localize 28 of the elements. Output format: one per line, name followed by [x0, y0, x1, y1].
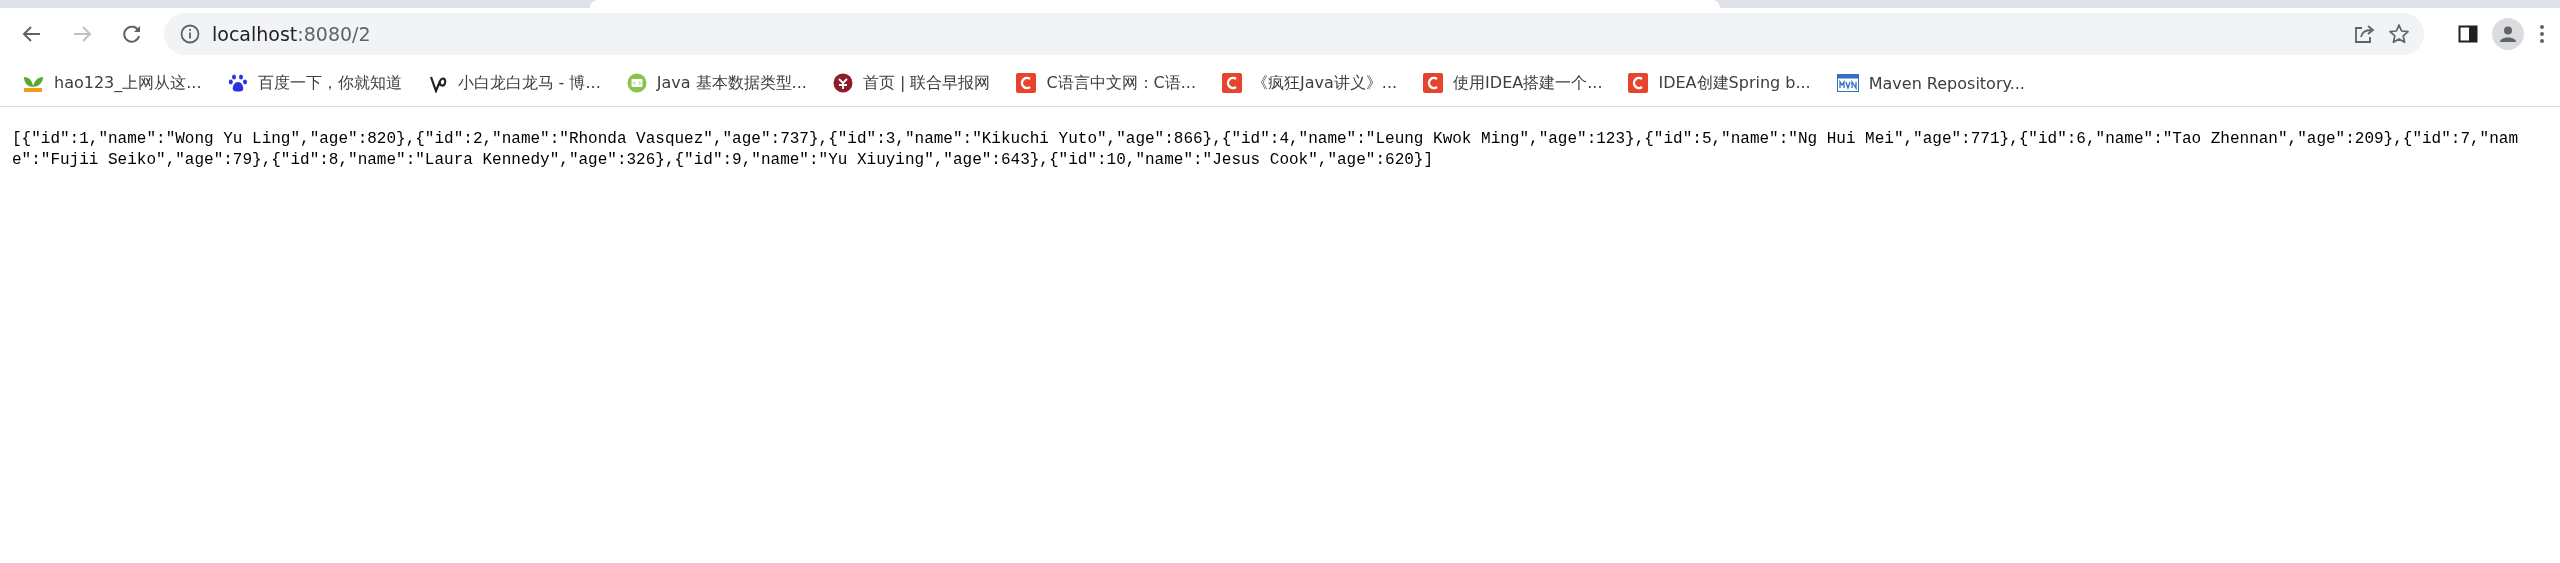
paw-icon [227, 73, 248, 93]
code-icon [626, 73, 647, 93]
round-logo-icon [832, 73, 853, 93]
address-bar[interactable]: localhost:8080/2 [164, 13, 2424, 55]
c-logo-icon [1423, 73, 1444, 93]
bookmark-item[interactable]: 百度一下，你就知道 [217, 66, 412, 100]
c-logo-icon [1222, 73, 1243, 93]
bookmark-item[interactable]: Java 基本数据类型... [616, 66, 817, 100]
bookmark-item[interactable]: 小白龙白龙马 - 博... [417, 66, 611, 100]
url-text: localhost:8080/2 [212, 23, 372, 45]
share-icon[interactable] [2354, 24, 2376, 44]
side-panel-icon[interactable] [2458, 24, 2478, 44]
bookmark-item[interactable]: 使用IDEA搭建一个... [1413, 66, 1613, 100]
bookmark-item[interactable]: C语言中文网：C语... [1006, 66, 1207, 100]
bookmark-item[interactable]: hao123_上网从这... [12, 66, 212, 100]
profile-avatar[interactable] [2492, 18, 2524, 50]
info-icon [180, 24, 200, 44]
bookmark-item[interactable]: Maven Repository... [1826, 66, 2035, 100]
star-icon[interactable] [2388, 23, 2410, 45]
bookmark-item[interactable]: IDEA创建Spring b... [1618, 66, 1821, 100]
bookmark-item[interactable]: 首页 | 联合早报网 [822, 66, 1001, 100]
c-logo-icon [1016, 73, 1037, 93]
json-text: [{"id":1,"name":"Wong Yu Ling","age":820},{"id":2,"name":"Rhonda Vasquez","age":737},{"id":3,"name":"Kikuchi Yuto","age":866},{"id":4,"name":"Leung Kwok Ming","age":123},{"id":5,"name":"Ng Hui Mei","age":771},{"id":6,"name":"Tao Zhennan","age":209},{"id":7,"name":"Fujii Seiko","age":79},{"id":8,"name":"Laura Kennedy","age":326},{"id":9,"name":"Yu Xiuying","age":643},{"id":10,"name":"Jesus Cook","age":620}] [11, 129, 2519, 171]
reload-icon[interactable] [121, 23, 143, 45]
bookmark-item[interactable]: 《疯狂Java讲义》... [1212, 66, 1408, 100]
menu-icon[interactable] [2538, 23, 2546, 45]
mvn-logo-icon [1836, 74, 1859, 92]
c-logo-icon [1628, 73, 1649, 93]
